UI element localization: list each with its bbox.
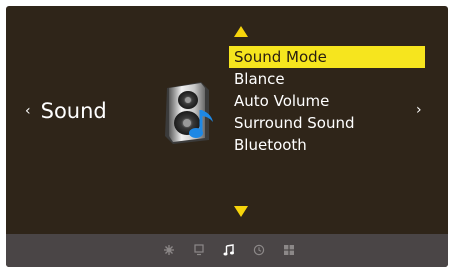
menu-item-sound-mode[interactable]: Sound Mode	[229, 46, 425, 68]
tv-settings-screen: ‹ Sound › Sound Mode Blance Auto Volume …	[6, 6, 448, 267]
menu-item-bluetooth[interactable]: Bluetooth	[229, 134, 425, 156]
clock-icon[interactable]	[252, 243, 266, 257]
menu-item-blance[interactable]: Blance	[229, 68, 425, 90]
scroll-up-arrow[interactable]	[234, 26, 248, 37]
grid-icon[interactable]	[282, 243, 296, 257]
display-icon[interactable]	[192, 243, 206, 257]
category-title: Sound	[40, 99, 107, 123]
scroll-down-arrow[interactable]	[234, 206, 248, 217]
sound-menu: Sound Mode Blance Auto Volume Surround S…	[229, 46, 425, 156]
music-note-icon[interactable]	[222, 243, 236, 257]
category-bar	[6, 234, 448, 267]
picture-settings-icon[interactable]	[162, 243, 176, 257]
speaker-music-icon	[165, 82, 213, 144]
menu-item-surround-sound[interactable]: Surround Sound	[229, 112, 425, 134]
category-header: ‹ Sound	[25, 99, 107, 123]
previous-category-arrow[interactable]: ‹	[25, 103, 31, 119]
menu-item-auto-volume[interactable]: Auto Volume	[229, 90, 425, 112]
